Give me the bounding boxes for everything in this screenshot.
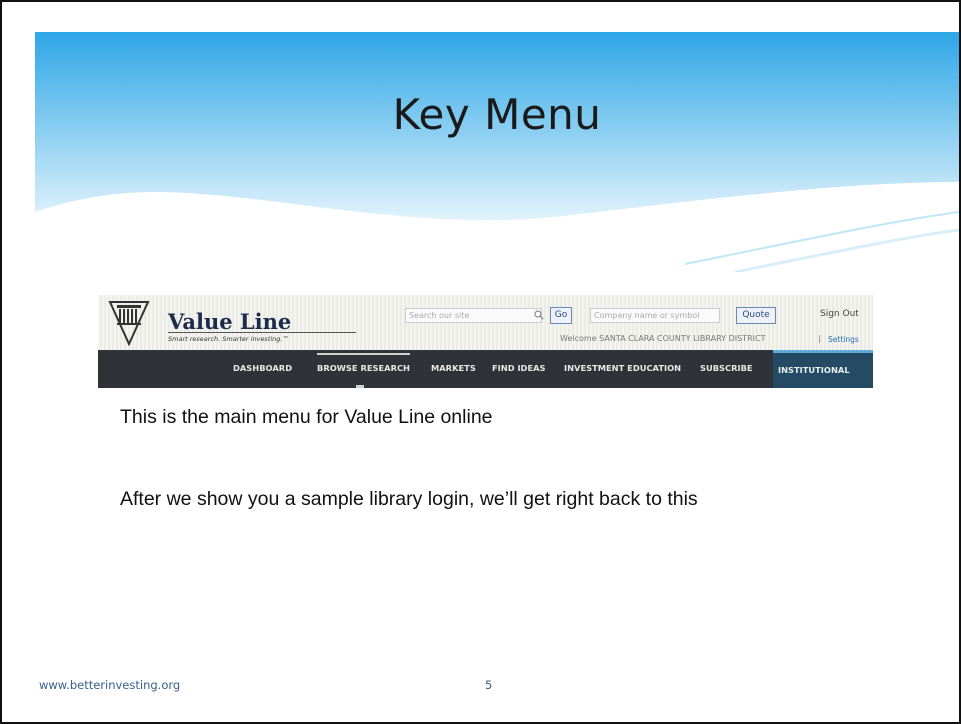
value-line-temple-icon (108, 301, 150, 346)
search-go-button[interactable]: Go (550, 307, 572, 324)
nav-item-markets[interactable]: MARKETS (431, 363, 476, 373)
search-icon[interactable] (534, 310, 544, 320)
body-text-line-1: This is the main menu for Value Line onl… (120, 406, 493, 428)
header-wave-graphic (35, 32, 959, 272)
nav-item-investment-education[interactable]: INVESTMENT EDUCATION (564, 363, 681, 373)
nav-item-institutional[interactable]: INSTITUTIONAL (773, 350, 873, 388)
company-symbol-input[interactable]: Company name or symbol (590, 308, 720, 323)
active-tab-indicator (356, 385, 364, 388)
slide: Key Menu Value Line Smart research. Smar… (0, 0, 961, 724)
welcome-message: Welcome SANTA CLARA COUNTY LIBRARY DISTR… (560, 334, 766, 343)
nav-item-find-ideas[interactable]: FIND IDEAS (492, 363, 546, 373)
header-banner (35, 32, 959, 272)
value-line-screenshot: Value Line Smart research. Smarter inves… (98, 295, 873, 391)
logo-tagline: Smart research. Smarter investing.™ (168, 335, 289, 343)
page-number: 5 (485, 678, 493, 692)
sign-out-link[interactable]: Sign Out (820, 309, 859, 319)
quote-button[interactable]: Quote (736, 307, 776, 324)
footer-url: www.betterinvesting.org (39, 678, 181, 692)
main-nav-bar: DASHBOARD BROWSE RESEARCH MARKETS FIND I… (98, 350, 873, 388)
nav-item-browse-research[interactable]: BROWSE RESEARCH (317, 353, 410, 373)
nav-item-subscribe[interactable]: SUBSCRIBE (700, 363, 753, 373)
site-logo-name[interactable]: Value Line (168, 309, 291, 334)
logo-divider (168, 332, 356, 333)
slide-title: Key Menu (392, 90, 602, 139)
body-text-line-2: After we show you a sample library login… (120, 488, 698, 510)
site-search-input[interactable]: Search our site (405, 308, 542, 323)
settings-link[interactable]: Settings (828, 335, 859, 344)
nav-institutional-label: INSTITUTIONAL (778, 365, 850, 375)
nav-item-dashboard[interactable]: DASHBOARD (233, 363, 292, 373)
header-separator: | (818, 334, 821, 343)
site-header: Value Line Smart research. Smarter inves… (98, 295, 873, 350)
